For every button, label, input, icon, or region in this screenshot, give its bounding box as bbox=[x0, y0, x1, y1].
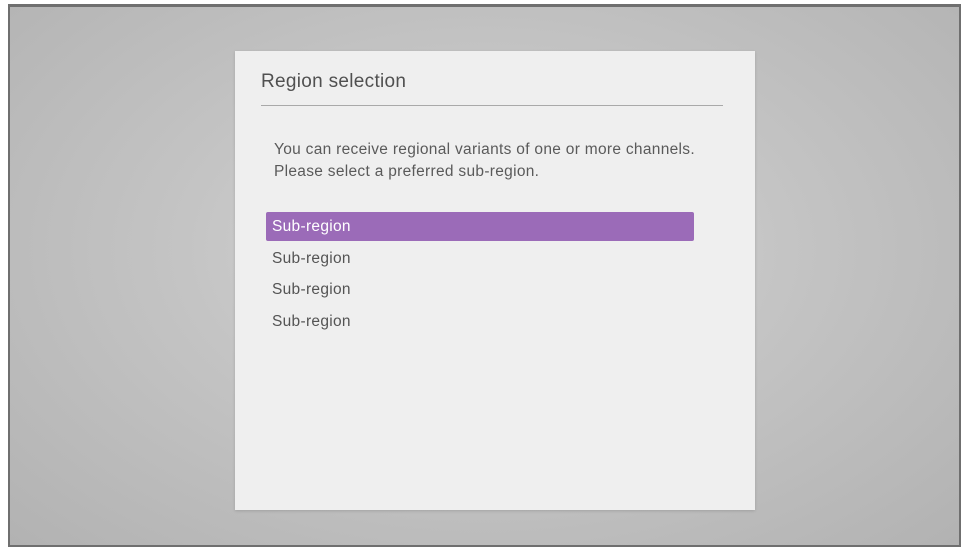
sub-region-list: Sub-region Sub-region Sub-region Sub-reg… bbox=[266, 212, 694, 338]
dialog-title: Region selection bbox=[261, 71, 407, 92]
region-selection-dialog: Region selection You can receive regiona… bbox=[235, 51, 755, 510]
sub-region-option[interactable]: Sub-region bbox=[266, 307, 694, 336]
sub-region-option[interactable]: Sub-region bbox=[266, 275, 694, 304]
sub-region-option[interactable]: Sub-region bbox=[266, 212, 694, 241]
sub-region-option[interactable]: Sub-region bbox=[266, 244, 694, 273]
tv-screen: Region selection You can receive regiona… bbox=[8, 4, 961, 547]
title-divider bbox=[261, 105, 723, 106]
dialog-description: You can receive regional variants of one… bbox=[274, 141, 695, 180]
